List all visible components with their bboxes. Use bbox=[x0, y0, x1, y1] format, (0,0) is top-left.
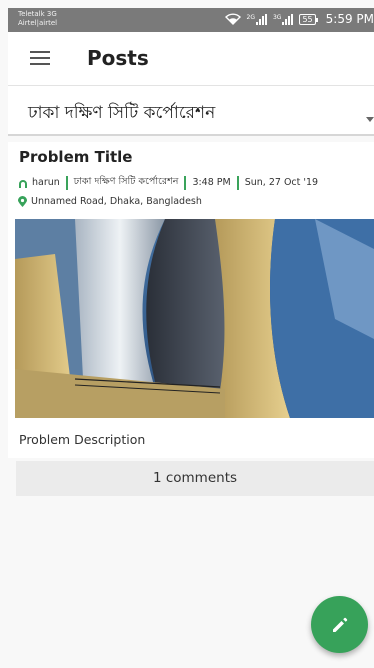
post-description: Problem Description bbox=[19, 432, 146, 447]
hamburger-menu-icon[interactable] bbox=[30, 50, 50, 69]
wifi-icon bbox=[224, 13, 241, 25]
status-icons: 2G 3G 55 5:59 PM bbox=[224, 12, 374, 26]
location-pin-icon bbox=[18, 196, 27, 207]
post-location-text: Unnamed Road, Dhaka, Bangladesh bbox=[31, 196, 202, 207]
post-meta: harun ঢাকা দক্ষিণ সিটি কর্পোরেশন 3:48 PM… bbox=[18, 175, 318, 190]
post-time: 3:48 PM bbox=[192, 177, 231, 188]
post-card[interactable]: Problem Title harun ঢাকা দক্ষিণ সিটি কর্… bbox=[8, 142, 374, 458]
post-area: ঢাকা দক্ষিণ সিটি কর্পোরেশন bbox=[73, 176, 179, 187]
post-location: Unnamed Road, Dhaka, Bangladesh bbox=[18, 196, 202, 207]
carrier-line-1: Teletalk 3G bbox=[18, 10, 57, 18]
battery-icon: 55 bbox=[299, 13, 318, 25]
carrier-info: Teletalk 3G Airtel|airtel bbox=[18, 10, 57, 28]
dropdown-caret-icon bbox=[366, 107, 374, 126]
comments-button[interactable]: 1 comments bbox=[16, 461, 374, 496]
carrier-line-2: Airtel|airtel bbox=[18, 19, 58, 27]
page-title: Posts bbox=[87, 46, 149, 70]
meta-separator bbox=[236, 175, 239, 190]
post-image[interactable] bbox=[15, 219, 374, 418]
meta-separator bbox=[184, 175, 187, 190]
network-type-1: 2G bbox=[246, 13, 255, 21]
post-date: Sun, 27 Oct '19 bbox=[244, 177, 319, 188]
pencil-edit-icon bbox=[332, 617, 347, 632]
post-title: Problem Title bbox=[19, 148, 133, 166]
network-type-2: 3G bbox=[272, 13, 282, 21]
status-bar: Teletalk 3G Airtel|airtel 2G 3G 55 5:59 … bbox=[8, 8, 374, 32]
signal-icon-1: 2G bbox=[246, 13, 267, 25]
edit-fab-button[interactable] bbox=[311, 596, 368, 653]
post-user: harun bbox=[32, 177, 60, 188]
area-dropdown-value: ঢাকা দক্ষিণ সিটি কর্পোরেশন bbox=[28, 103, 216, 123]
area-dropdown[interactable]: ঢাকা দক্ষিণ সিটি কর্পোরেশন bbox=[8, 86, 374, 136]
app-bar: Posts bbox=[8, 32, 374, 86]
signal-icon-2: 3G bbox=[272, 13, 294, 25]
meta-separator bbox=[65, 175, 68, 190]
clock: 5:59 PM bbox=[325, 12, 374, 26]
user-icon bbox=[19, 179, 27, 188]
